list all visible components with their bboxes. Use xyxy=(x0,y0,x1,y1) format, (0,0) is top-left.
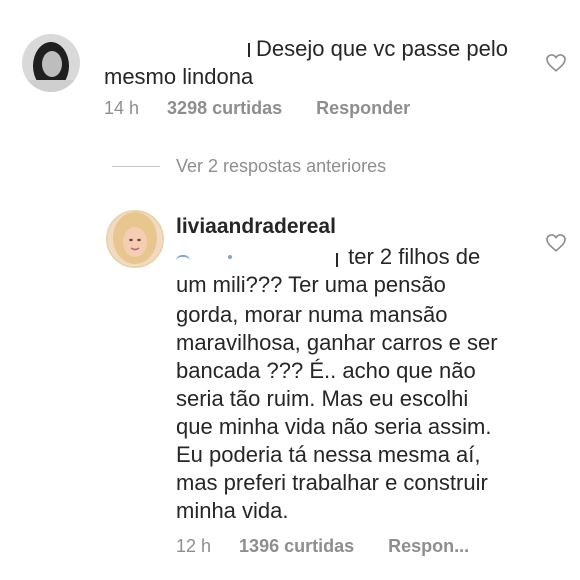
comment2-text-line: ter 2 filhos de xyxy=(348,244,481,269)
comment1-text: Desejo que vc passe pelo xyxy=(256,36,508,61)
comment2-meta: 12 h 1396 curtidas Respon... xyxy=(176,536,469,557)
comment2-line5: bancada ??? É.. acho que não xyxy=(176,358,476,383)
comment1-text-line2: mesmo lindona xyxy=(104,64,254,89)
heart-icon[interactable] xyxy=(546,54,566,72)
mention-redacted[interactable] xyxy=(176,249,338,268)
avatar-commenter[interactable] xyxy=(22,34,80,92)
comment2-likes[interactable]: 1396 curtidas xyxy=(239,536,354,557)
view-replies-label: Ver 2 respostas anteriores xyxy=(176,156,387,176)
comment2-line4: maravilhosa, ganhar carros e ser xyxy=(176,330,498,355)
comment1-time: 14 h xyxy=(104,98,140,118)
comment2-line1: ter 2 filhos de xyxy=(176,242,480,272)
comment1-text-line1: Desejo que vc passe pelo xyxy=(238,34,508,64)
comment2-line7: que minha vida não seria assim. xyxy=(176,414,492,439)
comment1-likes[interactable]: 3298 curtidas xyxy=(167,98,282,119)
comment2-line10: minha vida. xyxy=(176,498,289,523)
comment1-reply-button[interactable]: Responder xyxy=(316,98,410,119)
comment2-line2: um mili??? Ter uma pensão xyxy=(176,272,446,297)
comment1-meta: 14 h 3298 curtidas Responder xyxy=(104,98,410,119)
view-replies-button[interactable]: Ver 2 respostas anteriores xyxy=(112,156,386,177)
comment2-line8: Eu poderia tá nessa mesma aí, xyxy=(176,442,481,467)
comment2-line9: mas preferi trabalhar e construir xyxy=(176,470,488,495)
comment2-line6: seria tão ruim. Mas eu escolhi xyxy=(176,386,469,411)
heart-icon[interactable] xyxy=(546,234,566,252)
avatar-liviaandradereal[interactable] xyxy=(106,210,164,268)
divider-line xyxy=(112,166,160,167)
comment2-reply-button[interactable]: Respon... xyxy=(388,536,469,557)
comment2-time: 12 h xyxy=(176,536,212,556)
comment2-line3: gorda, morar numa mansão xyxy=(176,302,448,327)
comment2-username[interactable]: liviaandradereal xyxy=(176,212,336,242)
redaction-mark xyxy=(238,43,250,58)
